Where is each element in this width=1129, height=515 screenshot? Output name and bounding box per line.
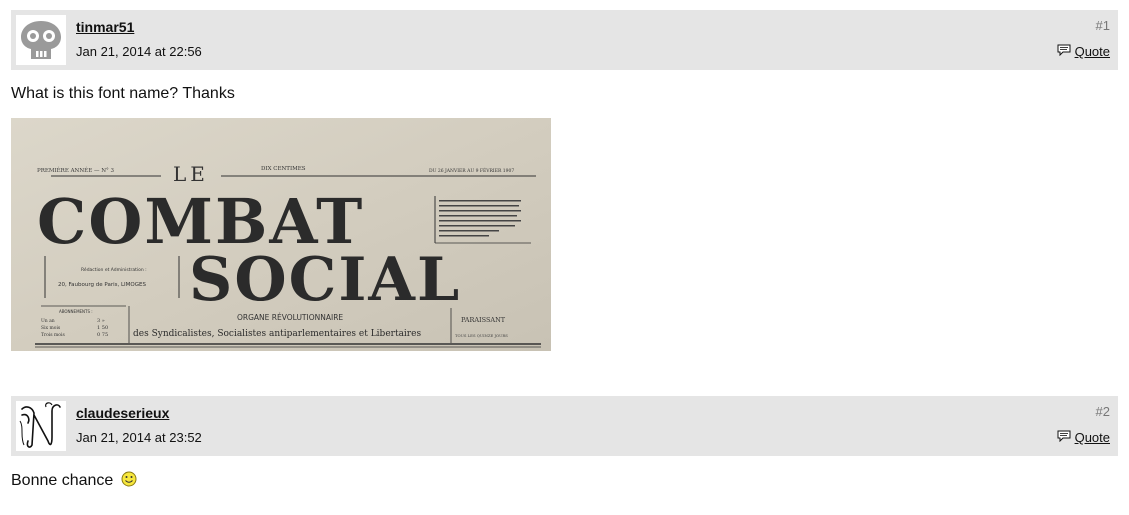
subscription-price: 3 » (97, 318, 105, 324)
speech-bubble-icon (1057, 44, 1071, 59)
masthead-organ: ORGANE RÉVOLUTIONNAIRE (237, 313, 343, 322)
masthead-edition: PREMIÈRE ANNÉE — N° 3 (37, 166, 115, 174)
subscription-term: Six mois (41, 325, 61, 331)
subscription-price: 0 75 (97, 332, 108, 338)
masthead-subscriptions-label: ABONNEMENTS : (59, 309, 93, 314)
masthead-frequency-sub: TOUS LES QUINZE JOURS (455, 333, 508, 338)
newspaper-masthead-image[interactable]: PREMIÈRE ANNÉE — N° 3 LE DIX CENTIMES DU… (11, 118, 551, 351)
post-body: Bonne chance (11, 471, 137, 492)
masthead-le: LE (173, 162, 209, 186)
skull-icon[interactable] (16, 15, 66, 65)
quote-label: Quote (1074, 44, 1110, 59)
post-timestamp: Jan 21, 2014 at 22:56 (76, 44, 202, 59)
calligraphic-n-icon[interactable] (16, 401, 66, 451)
subscription-term: Trois mois (41, 332, 65, 338)
post-number[interactable]: #2 (1096, 404, 1110, 419)
post-header: claudeserieux Jan 21, 2014 at 23:52 #2 Q… (11, 396, 1118, 456)
smiley-icon (121, 471, 137, 492)
quote-button[interactable]: Quote (1057, 430, 1110, 445)
speech-bubble-icon (1057, 430, 1071, 445)
masthead-title-line2: SOCIAL (189, 245, 461, 315)
quote-button[interactable]: Quote (1057, 44, 1110, 59)
subscription-price: 1 50 (97, 325, 108, 331)
masthead-address: 20, Faubourg de Paris, LIMOGES (58, 282, 146, 288)
masthead-subtitle: des Syndicalistes, Socialistes antiparle… (133, 329, 421, 339)
quote-label: Quote (1074, 430, 1110, 445)
post-body-text: Bonne chance (11, 472, 114, 489)
masthead-address-label: Rédaction et Administration : (81, 266, 147, 273)
subscription-term: Un an (41, 318, 55, 324)
post-body: What is this font name? Thanks (11, 85, 235, 102)
masthead-frequency: PARAISSANT (461, 316, 506, 324)
post-timestamp: Jan 21, 2014 at 23:52 (76, 430, 202, 445)
username[interactable]: tinmar51 (76, 19, 134, 35)
masthead-price: DIX CENTIMES (261, 166, 306, 172)
username[interactable]: claudeserieux (76, 405, 169, 421)
post-header: tinmar51 Jan 21, 2014 at 22:56 #1 Quote (11, 10, 1118, 70)
post-number[interactable]: #1 (1096, 18, 1110, 33)
